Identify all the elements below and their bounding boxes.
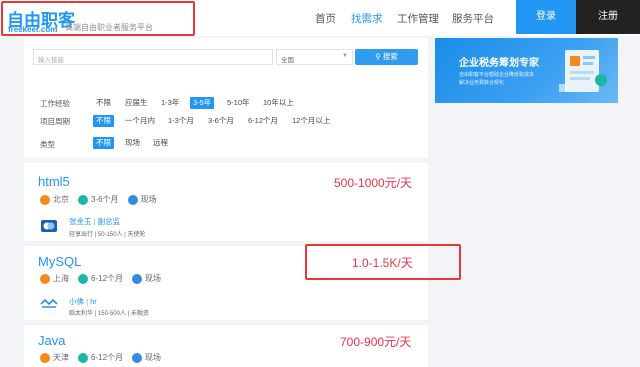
period-icon — [78, 194, 88, 205]
job-city: 天津 — [53, 353, 69, 362]
job-mode: 现场 — [145, 353, 162, 362]
period-option[interactable]: 3-6个月 — [208, 115, 234, 127]
type-option-selected[interactable]: 不限 — [93, 137, 114, 149]
company-size: 50-150人 — [97, 232, 123, 238]
company-logo — [40, 218, 58, 234]
ad-line: 解决业务费获合规化 — [459, 80, 505, 86]
job-period: 6-12个月 — [91, 274, 124, 283]
highlight-box — [305, 244, 461, 280]
job-meta: 天津 6-12个月 现场 — [40, 352, 161, 363]
type-option[interactable]: 远程 — [153, 137, 168, 149]
ad-title: 企业税务筹划专家 — [459, 58, 539, 69]
job-period: 6-12个月 — [91, 353, 124, 362]
nav-work-management[interactable]: 工作管理 — [397, 11, 439, 26]
section-divider — [24, 320, 428, 325]
job-mode: 现场 — [140, 195, 157, 204]
job-meta: 上海 6-12个月 现场 — [40, 273, 161, 284]
company-name: 蹈太利华 — [69, 311, 94, 317]
contact-line[interactable]: 张金玉 | 副总监 — [69, 216, 120, 227]
login-button[interactable]: 登录 — [516, 0, 576, 34]
experience-option[interactable]: 应届生 — [125, 97, 148, 109]
type-option[interactable]: 现场 — [125, 137, 140, 149]
period-option-selected[interactable]: 不限 — [93, 115, 114, 127]
job-salary: 700-900元/天 — [340, 335, 412, 349]
section-divider — [24, 158, 428, 163]
company-name: 轻享出行 — [69, 232, 94, 238]
contact-role: hr — [90, 297, 97, 306]
clock-icon — [127, 194, 138, 205]
job-title[interactable]: html5 — [38, 174, 70, 189]
job-meta: 北京 3-6个月 现场 — [40, 194, 157, 205]
top-header: 自由职客 freekeer.com 高端自由职业者服务平台 首页 找需求 工作管… — [0, 0, 640, 36]
logo-domain: freekeer.com — [8, 25, 58, 34]
contact-line[interactable]: 小佛 | hr — [69, 296, 97, 307]
experience-option-selected[interactable]: 3-5年 — [190, 97, 215, 109]
register-button[interactable]: 注册 — [576, 0, 640, 34]
city-select-value: 全国 — [281, 57, 294, 64]
experience-option[interactable]: 5-10年 — [227, 97, 250, 109]
document-illustration-icon — [559, 50, 607, 92]
contact-name: 张金玉 — [69, 217, 92, 226]
period-option[interactable]: 6-12个月 — [248, 115, 278, 127]
job-city: 上海 — [53, 274, 69, 283]
search-input[interactable]: 输入技能 — [33, 49, 273, 65]
period-label: 项目周期 — [40, 117, 70, 126]
company-info: 轻享出行 | 50-150人 | 天使轮 — [69, 232, 146, 238]
nav-service-platform[interactable]: 服务平台 — [452, 11, 494, 26]
location-icon — [40, 352, 50, 363]
chevron-down-icon: ▼ — [342, 53, 348, 59]
job-salary: 500-1000元/天 — [334, 176, 413, 190]
nav-find-demand[interactable]: 找需求 — [351, 11, 383, 26]
clock-icon — [132, 352, 143, 363]
logo-slogan: 高端自由职业者服务平台 — [65, 23, 153, 32]
company-stage: 天使轮 — [127, 232, 146, 238]
location-icon — [40, 273, 50, 284]
company-stage: 未融资 — [130, 311, 149, 317]
contact-role: 副总监 — [97, 217, 121, 226]
location-icon — [40, 194, 50, 205]
clock-icon — [132, 273, 143, 284]
tax-planning-ad-banner[interactable]: 企业税务筹划专家 自由职客平台帮助企业降低税成本 解决业务费获合规化 — [435, 38, 618, 103]
company-logo — [40, 296, 58, 312]
job-mode: 现场 — [145, 274, 162, 283]
contact-name: 小佛 — [69, 297, 84, 306]
search-button-label: 搜索 — [382, 52, 398, 61]
logo[interactable]: 自由职客 freekeer.com 高端自由职业者服务平台 — [1, 1, 195, 36]
company-info: 蹈太利华 | 150-500人 | 未融资 — [69, 311, 149, 317]
period-option[interactable]: 12个月以上 — [292, 115, 330, 127]
job-period: 3-6个月 — [91, 195, 119, 204]
ad-line: 自由职客平台帮助企业降低税成本 — [459, 72, 535, 78]
experience-label: 工作经验 — [40, 99, 70, 108]
job-title[interactable]: Java — [38, 333, 65, 348]
search-icon: ⚲ — [375, 52, 381, 61]
city-select[interactable]: 全国 ▼ — [276, 49, 353, 65]
company-size: 150-500人 — [97, 311, 126, 317]
job-title[interactable]: MySQL — [38, 254, 81, 269]
period-option[interactable]: 1-3个月 — [168, 115, 194, 127]
experience-option[interactable]: 10年以上 — [263, 97, 294, 109]
period-option[interactable]: 一个月内 — [125, 115, 155, 127]
type-label: 类型 — [40, 140, 55, 149]
job-city: 北京 — [53, 195, 69, 204]
experience-option[interactable]: 1-3年 — [161, 97, 179, 109]
nav-home[interactable]: 首页 — [315, 11, 336, 26]
period-icon — [78, 352, 88, 363]
search-button[interactable]: ⚲ 搜索 — [355, 49, 418, 65]
experience-option[interactable]: 不限 — [96, 97, 111, 109]
period-icon — [78, 273, 88, 284]
